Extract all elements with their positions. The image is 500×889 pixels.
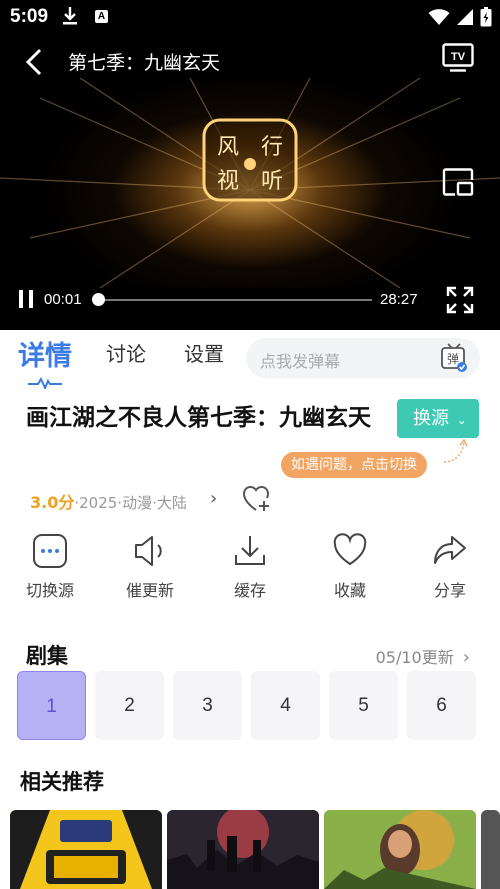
danmu-toggle-icon[interactable]: 弹 (440, 342, 468, 378)
danmu-input[interactable]: 点我发弹幕 弹 (246, 338, 480, 378)
episode-list: 1 2 3 4 5 6 (17, 671, 476, 740)
video-player[interactable]: 第七季：九幽玄天 TV 风 行 视 听 00:01 28:27 (0, 34, 500, 330)
poster-art-3 (324, 810, 476, 889)
share-action[interactable]: 分享 (400, 532, 500, 601)
danmu-placeholder: 点我发弹幕 (260, 352, 341, 371)
content-tabs: 详情 讨论 设置 点我发弹幕 弹 (0, 330, 500, 392)
chevron-right-icon[interactable]: › (210, 488, 217, 509)
switch-source-action[interactable]: 切换源 (0, 532, 100, 601)
status-bar: 5:09 A (0, 0, 500, 34)
favorite-label: 收藏 (333, 581, 366, 600)
episodes-update-label: 05/10更新 (375, 648, 454, 667)
keyboard-a-icon: A (95, 10, 108, 23)
tab-settings[interactable]: 设置 (184, 338, 224, 367)
switch-source-label: 切换源 (25, 581, 74, 600)
change-source-label: 换源 (413, 408, 449, 429)
favorite-action[interactable]: 收藏 (300, 532, 400, 601)
fullscreen-button[interactable] (446, 286, 474, 318)
progress-knob[interactable] (92, 293, 105, 306)
episode-item[interactable]: 5 (329, 671, 398, 740)
cache-action[interactable]: 缓存 (200, 532, 300, 601)
download-status-icon (62, 6, 78, 30)
svg-text:TV: TV (451, 51, 466, 63)
recommend-poster-2[interactable] (167, 810, 319, 889)
chevron-down-icon: ⌄ (456, 413, 467, 427)
recommend-poster-3[interactable] (324, 810, 476, 889)
player-controls: 00:01 28:27 (0, 284, 500, 314)
active-tab-indicator (28, 374, 62, 393)
signal-icon (457, 9, 473, 25)
wifi-icon (428, 9, 450, 25)
change-source-button[interactable]: 换源 ⌄ (397, 399, 479, 438)
show-title: 画江湖之不良人第七季：九幽玄天 (26, 405, 371, 431)
follow-heart-plus-button[interactable] (242, 484, 272, 518)
tab-details[interactable]: 详情 (18, 334, 72, 373)
urge-update-label: 催更新 (125, 581, 174, 600)
episode-item[interactable]: 3 (173, 671, 242, 740)
picture-in-picture-button[interactable] (442, 168, 474, 200)
share-icon (434, 536, 466, 564)
heart-icon (333, 533, 367, 566)
recommend-heading: 相关推荐 (20, 770, 104, 794)
broadcaster-logo: 风 行 视 听 (200, 116, 300, 204)
svg-text:风: 风 (217, 135, 239, 160)
more-icon (33, 534, 67, 568)
action-bar: 切换源 催更新 缓存 收藏 分享 (0, 532, 500, 612)
episodes-heading: 剧集 (26, 644, 68, 668)
speaker-icon (135, 536, 162, 566)
danmu-icon-label: 弹 (447, 352, 459, 366)
score: 3.0分 (30, 493, 75, 512)
meta-info: ·2025·动漫·大陆 (74, 494, 187, 512)
download-icon (235, 536, 265, 565)
episode-item[interactable]: 6 (407, 671, 476, 740)
recommend-poster-4[interactable] (481, 810, 500, 889)
episodes-update[interactable]: 05/10更新 › (376, 644, 470, 668)
svg-text:听: 听 (261, 169, 283, 194)
tip-arrow-icon (443, 438, 468, 463)
system-icons (428, 7, 492, 27)
progress-track[interactable] (98, 299, 372, 301)
recommend-poster-1[interactable] (10, 810, 162, 889)
svg-text:视: 视 (217, 169, 239, 194)
source-tip[interactable]: 如遇问题，点击切换 (281, 452, 427, 478)
poster-art-2 (167, 810, 319, 889)
episode-item[interactable]: 4 (251, 671, 320, 740)
episode-item[interactable]: 2 (95, 671, 164, 740)
player-title: 第七季：九幽玄天 (68, 52, 221, 74)
urge-update-action[interactable]: 催更新 (100, 532, 200, 601)
current-time: 00:01 (44, 291, 82, 308)
cache-label: 缓存 (233, 581, 266, 600)
chevron-right-icon: › (462, 647, 470, 668)
back-button[interactable] (22, 48, 46, 80)
svg-text:行: 行 (261, 135, 283, 160)
episode-item[interactable]: 1 (17, 671, 86, 740)
show-meta: 3.0分·2025·动漫·大陆 (30, 489, 187, 513)
tab-discussion[interactable]: 讨论 (106, 338, 146, 367)
battery-icon (480, 7, 492, 27)
pause-button[interactable] (18, 289, 34, 313)
recommend-list (10, 810, 500, 889)
share-label: 分享 (433, 581, 466, 600)
duration: 28:27 (380, 291, 418, 308)
status-time: 5:09 (10, 6, 49, 27)
poster-art-1 (10, 810, 162, 889)
cast-tv-button[interactable]: TV (442, 43, 474, 77)
